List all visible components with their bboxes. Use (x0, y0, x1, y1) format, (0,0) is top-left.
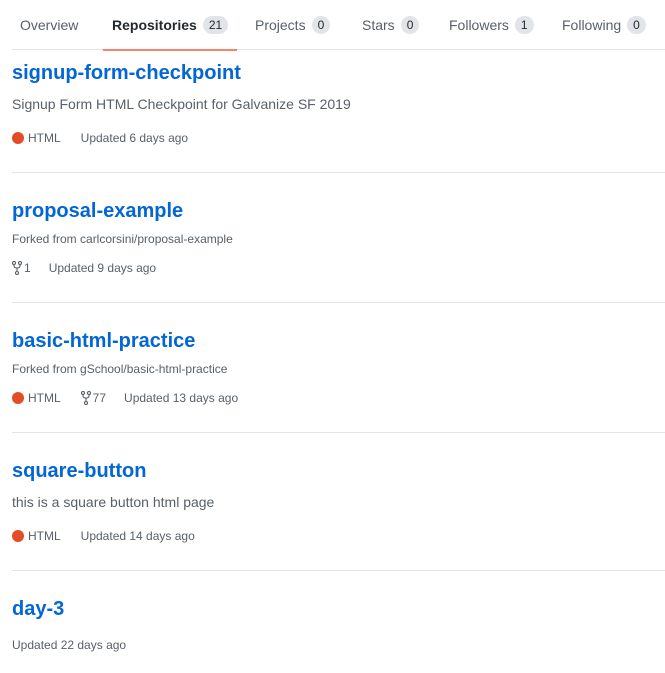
forks-count: 1 (24, 261, 31, 275)
repo-meta: HTML Updated 6 days ago (12, 131, 188, 145)
repo-name-link[interactable]: proposal-example (12, 200, 665, 223)
repo-item: proposal-example Forked from carlcorsini… (12, 200, 665, 303)
repo-item: basic-html-practice Forked from gSchool/… (12, 330, 665, 433)
repo-forked-icon (12, 261, 22, 275)
tab-stars[interactable]: Stars 0 (362, 0, 420, 50)
following-count-badge: 0 (627, 16, 646, 34)
tab-overview[interactable]: Overview (20, 0, 78, 50)
repo-forked-icon (80, 391, 91, 405)
repo-name-link[interactable]: signup-form-checkpoint (12, 62, 665, 85)
repo-name-link[interactable]: day-3 (12, 598, 665, 621)
repo-description: this is a square button html page (12, 494, 215, 510)
language-color-dot (12, 132, 24, 144)
repo-item: signup-form-checkpoint Signup Form HTML … (12, 62, 665, 173)
tab-following[interactable]: Following 0 (562, 0, 646, 50)
forks-link[interactable]: 1 (12, 261, 31, 275)
repo-meta: HTML Updated 14 days ago (12, 529, 195, 543)
language-label: HTML (28, 391, 61, 405)
forks-link[interactable]: 77 (80, 391, 107, 405)
forks-count: 77 (92, 391, 107, 405)
repo-language: HTML (12, 131, 61, 145)
repositories-count-badge: 21 (202, 16, 229, 34)
tab-label: Followers (449, 17, 509, 33)
tab-label: Following (562, 17, 622, 33)
repo-language: HTML (12, 391, 61, 405)
repo-language: HTML (12, 529, 61, 543)
followers-count-badge: 1 (514, 16, 534, 34)
repo-meta: HTML 77 Updated 13 days ago (12, 391, 238, 405)
forked-from-text: Forked from gSchool/basic-html-practice (12, 362, 228, 376)
tab-label: Projects (255, 17, 306, 33)
language-color-dot (12, 530, 24, 542)
tab-projects[interactable]: Projects 0 (255, 0, 331, 50)
updated-text: Updated 14 days ago (80, 529, 195, 543)
forked-from-text: Forked from carlcorsini/proposal-example (12, 232, 233, 246)
repo-meta: Updated 22 days ago (12, 638, 126, 652)
repo-name-link[interactable]: square-button (12, 460, 665, 483)
tab-followers[interactable]: Followers 1 (449, 0, 534, 50)
tab-label: Stars (362, 17, 395, 33)
tab-repositories[interactable]: Repositories 21 (102, 0, 238, 51)
stars-count-badge: 0 (400, 16, 420, 34)
repo-item: day-3 Updated 22 days ago (12, 598, 665, 668)
language-color-dot (12, 392, 24, 404)
tab-label: Overview (20, 17, 79, 33)
tab-label: Repositories (112, 17, 197, 33)
repo-name-link[interactable]: basic-html-practice (12, 330, 665, 353)
language-label: HTML (28, 529, 61, 543)
updated-text: Updated 13 days ago (124, 391, 239, 405)
updated-text: Updated 22 days ago (12, 638, 127, 652)
updated-text: Updated 9 days ago (48, 261, 157, 275)
repo-meta: 1 Updated 9 days ago (12, 261, 156, 275)
language-label: HTML (28, 131, 61, 145)
repo-item: square-button this is a square button ht… (12, 460, 665, 571)
repo-description: Signup Form HTML Checkpoint for Galvaniz… (12, 96, 351, 112)
updated-text: Updated 6 days ago (80, 131, 189, 145)
profile-tabs: Overview Repositories 21 Projects 0 Star… (12, 0, 665, 51)
projects-count-badge: 0 (311, 16, 331, 34)
